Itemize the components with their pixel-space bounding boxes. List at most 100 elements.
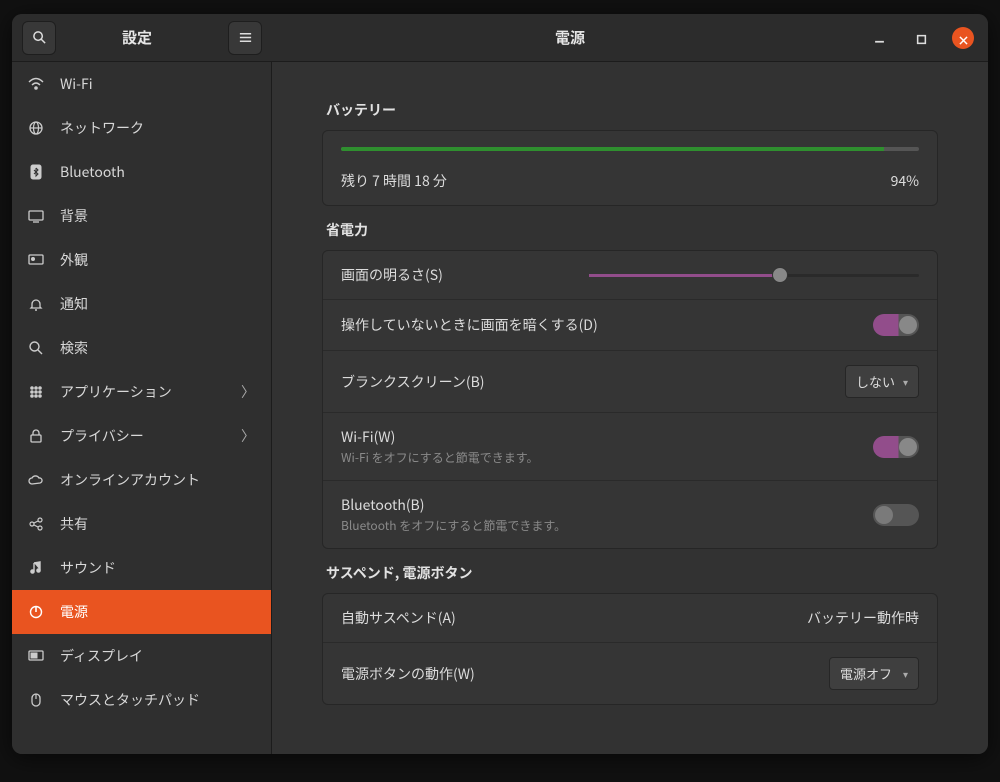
bell-icon — [28, 296, 44, 312]
wifi-power-label: Wi-Fi(W) — [341, 427, 873, 447]
sidebar-item-label: Bluetooth — [60, 162, 255, 182]
main-content: バッテリー 残り 7 時間 18 分 94% 省電力 画面の明るさ(S) — [272, 62, 988, 754]
wifi-power-toggle[interactable] — [873, 436, 919, 458]
app-title: 設定 — [56, 27, 218, 48]
cloud-icon — [28, 472, 44, 488]
sidebar-item-label: ネットワーク — [60, 118, 255, 138]
search-icon — [32, 26, 47, 50]
battery-progress — [341, 147, 919, 151]
power-saving-section-title: 省電力 — [326, 220, 938, 240]
power-icon — [28, 604, 44, 620]
battery-section-title: バッテリー — [326, 100, 938, 120]
sidebar-item-label: 背景 — [60, 206, 255, 226]
window-controls — [868, 27, 988, 49]
power-saving-panel: 画面の明るさ(S) 操作していないときに画面を暗くする(D) — [322, 250, 938, 549]
sidebar-item-wifi[interactable]: Wi-Fi — [12, 62, 271, 106]
sidebar: Wi-Fi ネットワーク Bluetooth 背景 外観 通知 — [12, 62, 272, 754]
bluetooth-power-description: Bluetooth をオフにすると節電できます。 — [341, 517, 873, 534]
blank-screen-value: しない — [856, 372, 895, 391]
hamburger-menu-button[interactable] — [228, 21, 262, 55]
sidebar-item-notifications[interactable]: 通知 — [12, 282, 271, 326]
sidebar-item-label: 外観 — [60, 250, 255, 270]
sidebar-item-power[interactable]: 電源 — [12, 590, 271, 634]
titlebar: 設定 電源 — [12, 14, 988, 62]
power-button-dropdown[interactable]: 電源オフ ▾ — [829, 657, 919, 690]
slider-knob[interactable] — [772, 267, 788, 283]
close-button[interactable] — [952, 27, 974, 49]
appearance-icon — [28, 252, 44, 268]
chevron-down-icon: ▾ — [903, 374, 908, 389]
sidebar-item-label: ディスプレイ — [60, 646, 255, 666]
dim-row: 操作していないときに画面を暗くする(D) — [323, 300, 937, 351]
share-icon — [28, 516, 44, 532]
wifi-power-description: Wi-Fi をオフにすると節電できます。 — [341, 449, 873, 466]
maximize-icon — [916, 26, 927, 50]
brightness-slider[interactable] — [589, 274, 919, 277]
auto-suspend-row[interactable]: 自動サスペンド(A) バッテリー動作時 — [323, 594, 937, 643]
sidebar-item-sound[interactable]: サウンド — [12, 546, 271, 590]
lock-icon — [28, 428, 44, 444]
suspend-section-title: サスペンド, 電源ボタン — [326, 563, 938, 583]
toggle-knob — [899, 316, 917, 334]
blank-screen-dropdown[interactable]: しない ▾ — [845, 365, 919, 398]
sidebar-item-sharing[interactable]: 共有 — [12, 502, 271, 546]
dim-toggle[interactable] — [873, 314, 919, 336]
chevron-down-icon: ▾ — [903, 666, 908, 681]
desktop-icon — [28, 208, 44, 224]
wifi-power-row: Wi-Fi(W) Wi-Fi をオフにすると節電できます。 — [323, 413, 937, 481]
battery-panel: 残り 7 時間 18 分 94% — [322, 130, 938, 206]
sidebar-item-label: プライバシー — [60, 426, 241, 446]
toggle-knob — [875, 506, 893, 524]
battery-percent-text: 94% — [891, 171, 919, 191]
sidebar-item-label: 通知 — [60, 294, 255, 314]
sidebar-item-displays[interactable]: ディスプレイ — [12, 634, 271, 678]
sidebar-item-label: オンラインアカウント — [60, 470, 255, 490]
sidebar-item-search[interactable]: 検索 — [12, 326, 271, 370]
sidebar-item-network[interactable]: ネットワーク — [12, 106, 271, 150]
bluetooth-icon — [28, 164, 44, 180]
auto-suspend-value: バッテリー動作時 — [807, 608, 919, 628]
sidebar-item-privacy[interactable]: プライバシー 〉 — [12, 414, 271, 458]
sidebar-item-background[interactable]: 背景 — [12, 194, 271, 238]
search-icon — [28, 340, 44, 356]
auto-suspend-label: 自動サスペンド(A) — [341, 608, 807, 628]
sidebar-item-label: 電源 — [60, 602, 255, 622]
sidebar-item-label: 検索 — [60, 338, 255, 358]
bluetooth-power-toggle[interactable] — [873, 504, 919, 526]
grid-icon — [28, 384, 44, 400]
music-icon — [28, 560, 44, 576]
battery-remaining-text: 残り 7 時間 18 分 — [341, 171, 891, 191]
minimize-icon — [874, 26, 885, 50]
wifi-icon — [28, 76, 44, 92]
bluetooth-power-label: Bluetooth(B) — [341, 495, 873, 515]
sidebar-item-applications[interactable]: アプリケーション 〉 — [12, 370, 271, 414]
sidebar-item-label: Wi-Fi — [60, 74, 255, 94]
hamburger-icon — [238, 26, 253, 50]
suspend-panel: 自動サスペンド(A) バッテリー動作時 電源ボタンの動作(W) 電源オフ ▾ — [322, 593, 938, 705]
sidebar-item-mouse-touchpad[interactable]: マウスとタッチパッド — [12, 678, 271, 722]
toggle-knob — [899, 438, 917, 456]
page-title: 電源 — [272, 27, 868, 48]
sidebar-item-bluetooth[interactable]: Bluetooth — [12, 150, 271, 194]
search-button[interactable] — [22, 21, 56, 55]
minimize-button[interactable] — [868, 27, 890, 49]
chevron-right-icon: 〉 — [241, 426, 255, 446]
power-button-label: 電源ボタンの動作(W) — [341, 664, 829, 684]
blank-screen-row: ブランクスクリーン(B) しない ▾ — [323, 351, 937, 413]
blank-screen-label: ブランクスクリーン(B) — [341, 372, 845, 392]
display-icon — [28, 648, 44, 664]
window-body: Wi-Fi ネットワーク Bluetooth 背景 外観 通知 — [12, 62, 988, 754]
dim-label: 操作していないときに画面を暗くする(D) — [341, 315, 873, 335]
power-button-value: 電源オフ — [840, 664, 892, 683]
sidebar-item-label: 共有 — [60, 514, 255, 534]
power-button-row: 電源ボタンの動作(W) 電源オフ ▾ — [323, 643, 937, 704]
chevron-right-icon: 〉 — [241, 382, 255, 402]
battery-progress-fill — [341, 147, 884, 151]
sidebar-item-label: マウスとタッチパッド — [60, 690, 255, 710]
maximize-button[interactable] — [910, 27, 932, 49]
sidebar-item-label: サウンド — [60, 558, 255, 578]
sidebar-item-online-accounts[interactable]: オンラインアカウント — [12, 458, 271, 502]
sidebar-item-label: アプリケーション — [60, 382, 241, 402]
bluetooth-power-row: Bluetooth(B) Bluetooth をオフにすると節電できます。 — [323, 481, 937, 548]
sidebar-item-appearance[interactable]: 外観 — [12, 238, 271, 282]
